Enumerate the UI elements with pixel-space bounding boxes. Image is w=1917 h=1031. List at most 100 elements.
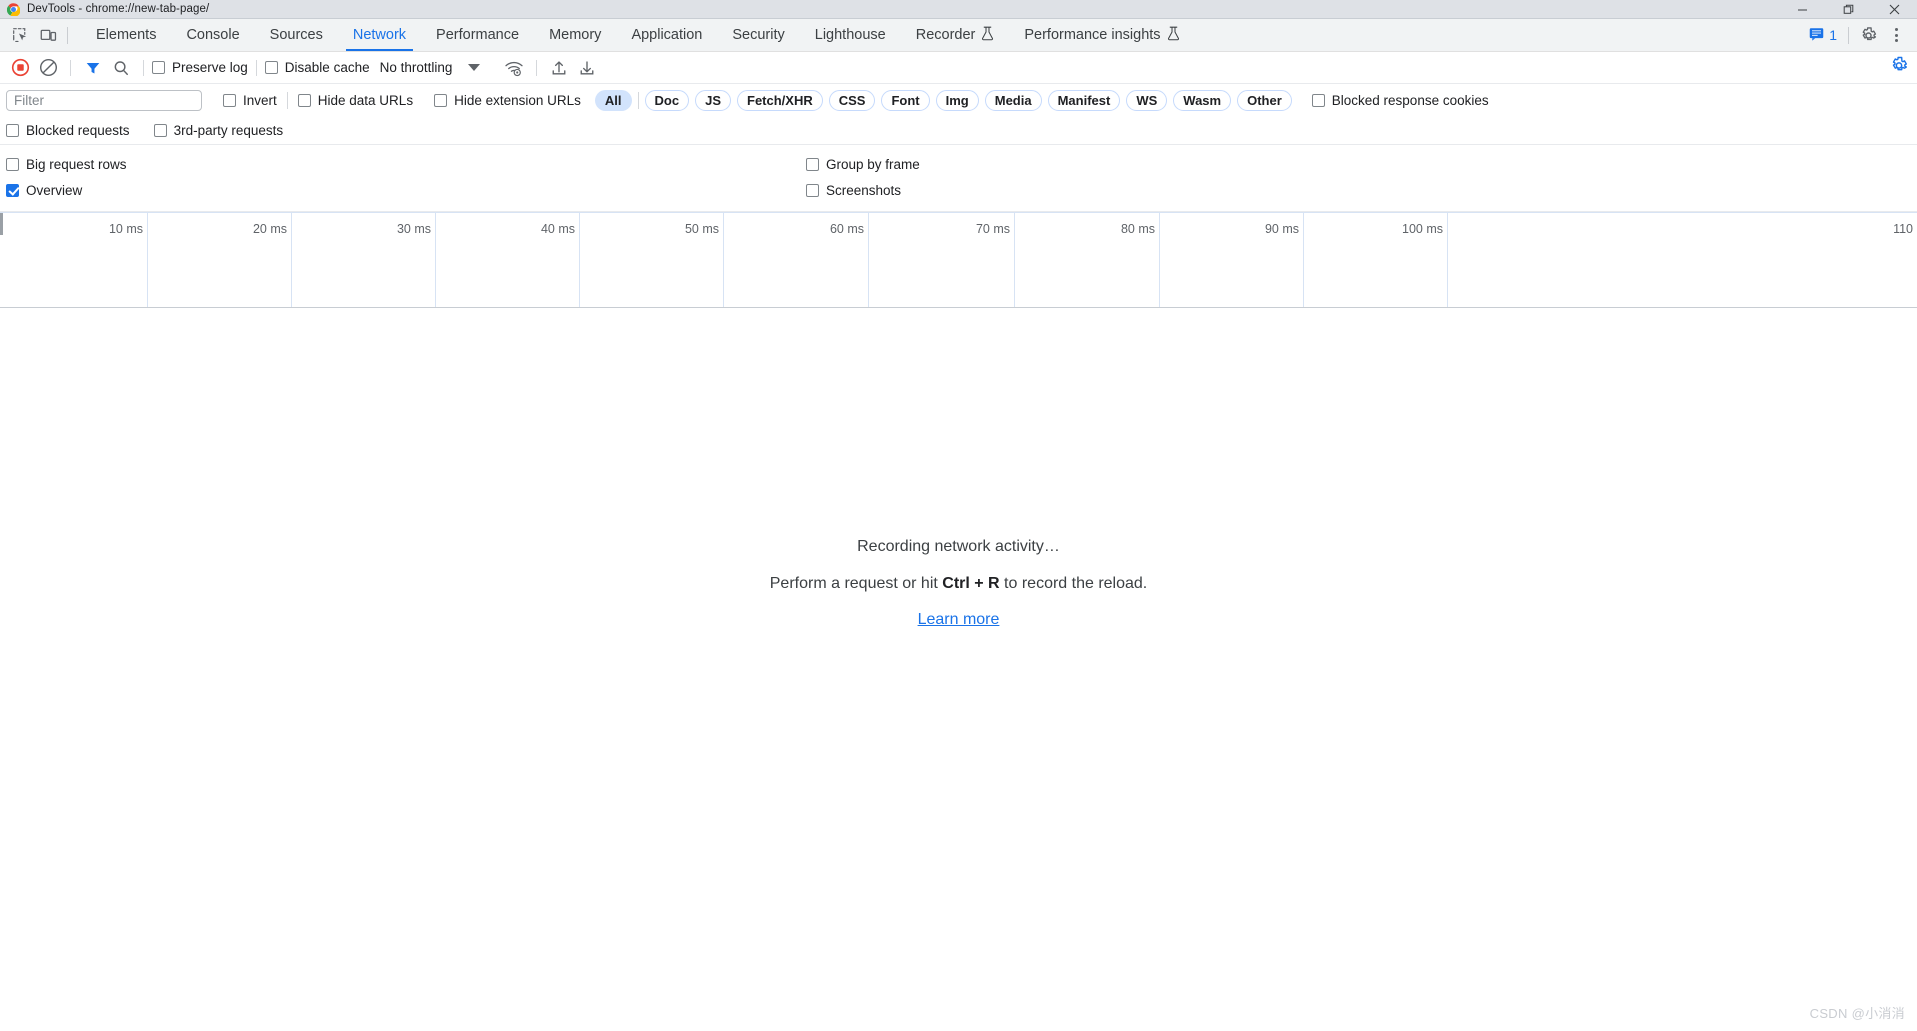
filter-funnel-icon[interactable] bbox=[79, 55, 107, 81]
timeline-gridline bbox=[1303, 212, 1304, 307]
type-chip-wasm[interactable]: Wasm bbox=[1173, 90, 1232, 111]
timeline-tick-label: 80 ms bbox=[1120, 222, 1155, 236]
timeline-tick-label: 50 ms bbox=[684, 222, 719, 236]
type-chip-img[interactable]: Img bbox=[935, 90, 979, 111]
timeline-gridline bbox=[868, 212, 869, 307]
tab-performance[interactable]: Performance bbox=[421, 19, 534, 51]
device-toolbar-icon[interactable] bbox=[34, 22, 62, 48]
maximize-button[interactable] bbox=[1825, 0, 1871, 19]
overview-left-handle[interactable] bbox=[0, 213, 3, 235]
blocked-requests-checkbox[interactable]: Blocked requests bbox=[6, 123, 130, 138]
search-icon[interactable] bbox=[107, 55, 135, 81]
tab-security[interactable]: Security bbox=[717, 19, 799, 51]
type-chip-fetch-xhr[interactable]: Fetch/XHR bbox=[737, 90, 823, 111]
type-chip-other[interactable]: Other bbox=[1237, 90, 1292, 111]
overview-checkbox[interactable]: Overview bbox=[6, 183, 806, 198]
group-by-frame-checkbox[interactable]: Group by frame bbox=[806, 157, 920, 172]
tab-label: Elements bbox=[96, 27, 157, 43]
hide-extension-urls-checkbox[interactable]: Hide extension URLs bbox=[434, 93, 581, 108]
type-chip-doc[interactable]: Doc bbox=[644, 90, 690, 111]
chip-label: CSS bbox=[838, 93, 866, 108]
chip-label: Manifest bbox=[1057, 93, 1111, 108]
network-settings-pane: Big request rows Group by frame Overview… bbox=[0, 145, 1917, 212]
timeline-tick-label: 70 ms bbox=[975, 222, 1010, 236]
network-overview-timeline[interactable]: 10 ms 20 ms 30 ms 40 ms 50 ms 60 ms 70 ms 80 ms… bbox=[0, 212, 1917, 308]
network-settings-gear-icon[interactable] bbox=[1889, 55, 1909, 80]
type-chip-all[interactable]: All bbox=[594, 90, 632, 111]
disable-cache-label: Disable cache bbox=[284, 60, 370, 75]
inspect-element-icon[interactable] bbox=[6, 22, 34, 48]
checkbox-box bbox=[152, 61, 165, 74]
minimize-button[interactable] bbox=[1779, 0, 1825, 19]
checkbox-box bbox=[806, 183, 819, 197]
close-button[interactable] bbox=[1871, 0, 1917, 19]
devtools-tab-bar: Elements Console Sources Network Perform… bbox=[0, 19, 1917, 52]
type-chip-js[interactable]: JS bbox=[695, 90, 731, 111]
tab-memory[interactable]: Memory bbox=[534, 19, 616, 51]
tab-elements[interactable]: Elements bbox=[81, 19, 171, 51]
type-chip-ws[interactable]: WS bbox=[1126, 90, 1168, 111]
window-title: DevTools - chrome://new-tab-page/ bbox=[27, 3, 210, 15]
clear-icon[interactable] bbox=[34, 55, 62, 81]
recording-status-text: Recording network activity… bbox=[857, 538, 1060, 555]
tab-sources[interactable]: Sources bbox=[255, 19, 338, 51]
divider bbox=[1848, 26, 1849, 44]
preserve-log-checkbox[interactable]: Preserve log bbox=[152, 60, 248, 75]
learn-more-link[interactable]: Learn more bbox=[918, 611, 1000, 629]
timeline-tick-label: 10 ms bbox=[108, 222, 143, 236]
tab-application[interactable]: Application bbox=[616, 19, 717, 51]
type-chip-font[interactable]: Font bbox=[881, 90, 930, 111]
more-vertical-icon[interactable] bbox=[1882, 22, 1910, 48]
hide-data-urls-checkbox[interactable]: Hide data URLs bbox=[297, 93, 413, 108]
tab-label: Performance bbox=[436, 27, 520, 43]
tab-label: Lighthouse bbox=[814, 27, 886, 43]
filter-input[interactable] bbox=[6, 90, 202, 111]
screenshots-label: Screenshots bbox=[826, 182, 902, 198]
type-chip-css[interactable]: CSS bbox=[828, 90, 876, 111]
big-request-rows-checkbox[interactable]: Big request rows bbox=[6, 157, 806, 172]
disable-cache-checkbox[interactable]: Disable cache bbox=[264, 60, 370, 75]
tab-label: Security bbox=[732, 27, 785, 43]
settings-row: Big request rows Group by frame bbox=[6, 151, 1911, 177]
divider bbox=[255, 59, 257, 76]
type-chip-manifest[interactable]: Manifest bbox=[1047, 90, 1121, 111]
network-toolbar: Preserve log Disable cache No throttling bbox=[0, 52, 1917, 84]
tab-label: Performance insights bbox=[1024, 27, 1161, 43]
record-stop-icon[interactable] bbox=[6, 55, 34, 81]
divider bbox=[143, 59, 144, 76]
watermark: CSDN @小消消 bbox=[1809, 1006, 1905, 1021]
chip-label: Other bbox=[1247, 93, 1282, 108]
throttling-select[interactable]: No throttling bbox=[380, 60, 453, 75]
timeline-tick-label: 30 ms bbox=[396, 222, 431, 236]
gear-icon[interactable] bbox=[1854, 22, 1882, 48]
third-party-requests-checkbox[interactable]: 3rd-party requests bbox=[153, 123, 283, 138]
tab-network[interactable]: Network bbox=[338, 19, 421, 51]
invert-checkbox[interactable]: Invert bbox=[223, 93, 277, 108]
timeline-tick-label: 60 ms bbox=[829, 222, 864, 236]
timeline-tick-label: 40 ms bbox=[540, 222, 575, 236]
checkbox-box bbox=[223, 94, 236, 107]
network-conditions-icon[interactable] bbox=[500, 55, 528, 81]
import-har-icon[interactable] bbox=[545, 55, 573, 81]
tab-performance-insights[interactable]: Performance insights bbox=[1009, 19, 1194, 51]
experiment-flask-icon bbox=[1167, 26, 1180, 45]
chevron-down-icon[interactable] bbox=[468, 64, 481, 71]
timeline-gridline bbox=[723, 212, 724, 307]
tab-lighthouse[interactable]: Lighthouse bbox=[800, 19, 901, 51]
tab-label: Console bbox=[186, 27, 240, 43]
console-message-count[interactable]: 1 bbox=[1803, 27, 1843, 44]
timeline-tick-label: 110 bbox=[1893, 222, 1913, 236]
export-har-icon[interactable] bbox=[573, 55, 601, 81]
tab-label: Memory bbox=[549, 27, 602, 43]
blocked-response-cookies-checkbox[interactable]: Blocked response cookies bbox=[1311, 93, 1489, 108]
timeline-gridline bbox=[1014, 212, 1015, 307]
type-chip-media[interactable]: Media bbox=[984, 90, 1042, 111]
checkbox-box bbox=[153, 123, 167, 137]
screenshots-checkbox[interactable]: Screenshots bbox=[806, 183, 901, 198]
group-by-frame-label: Group by frame bbox=[826, 156, 920, 172]
preserve-log-label: Preserve log bbox=[172, 60, 248, 75]
tab-label: Network bbox=[352, 27, 407, 43]
tab-console[interactable]: Console bbox=[171, 19, 254, 51]
tab-recorder[interactable]: Recorder bbox=[901, 19, 1010, 51]
invert-label: Invert bbox=[243, 93, 277, 108]
